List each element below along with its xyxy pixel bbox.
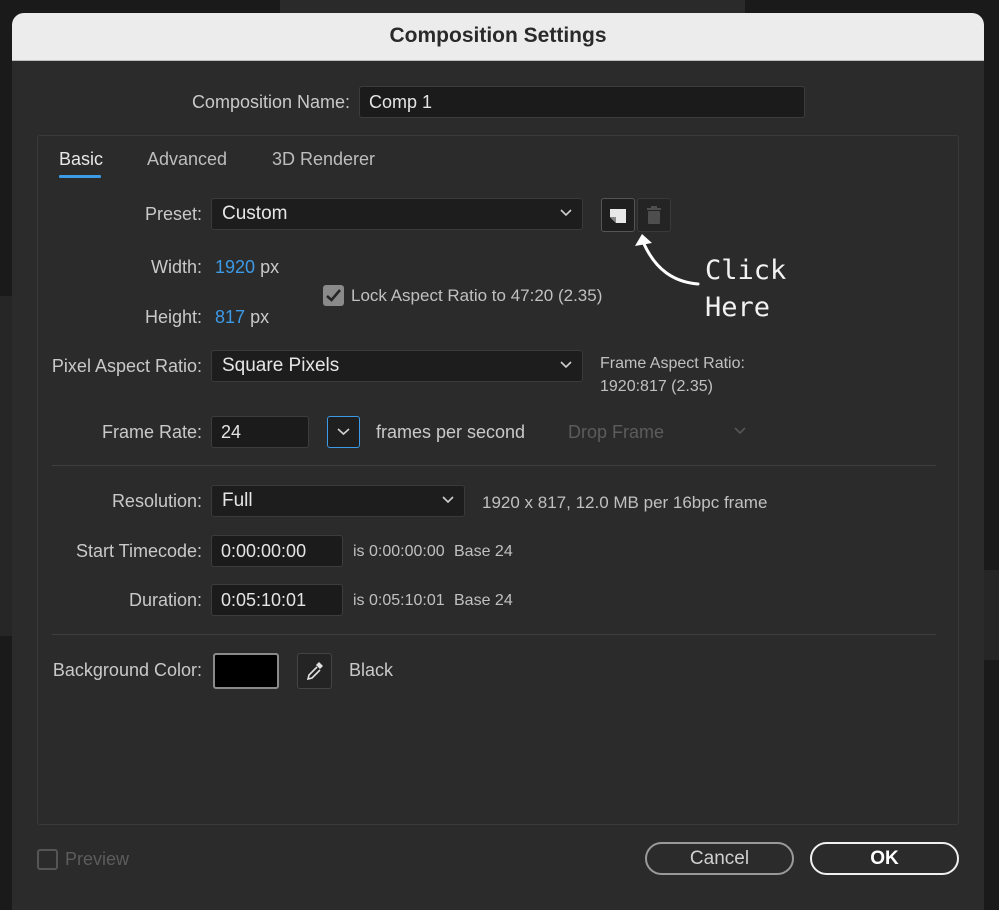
- duration-input[interactable]: 0:05:10:01: [211, 584, 343, 616]
- frame-rate-input[interactable]: 24: [211, 416, 309, 448]
- delete-preset-button[interactable]: [637, 198, 671, 232]
- eyedropper-icon: [306, 662, 323, 681]
- composition-name-input[interactable]: Comp 1: [359, 86, 805, 118]
- tab-basic[interactable]: Basic: [59, 149, 103, 170]
- section-divider: [52, 465, 936, 466]
- start-timecode-is: is 0:00:00:00: [353, 543, 445, 560]
- chevron-down-icon: [442, 496, 454, 504]
- preview-checkbox: [37, 849, 58, 870]
- chevron-down-icon: [734, 427, 746, 435]
- background-color-label: Background Color:: [52, 660, 202, 680]
- duration-label: Duration:: [128, 590, 202, 610]
- section-divider: [52, 634, 936, 635]
- resolution-label: Resolution:: [111, 491, 202, 511]
- chevron-down-icon: [560, 209, 572, 217]
- tab-3d-renderer[interactable]: 3D Renderer: [272, 149, 375, 170]
- save-preset-icon: [610, 209, 626, 223]
- dialog-title: Composition Settings: [12, 13, 984, 61]
- tab-advanced[interactable]: Advanced: [147, 149, 227, 170]
- start-timecode-base: Base 24: [454, 543, 513, 560]
- resolution-info: 1920 x 817, 12.0 MB per 16bpc frame: [482, 493, 768, 512]
- composition-settings-dialog: Composition Settings Composition Name: C…: [12, 13, 984, 910]
- frame-aspect-label: Frame Aspect Ratio:: [600, 355, 745, 372]
- trash-icon: [647, 206, 661, 224]
- background-color-swatch[interactable]: [213, 653, 279, 689]
- preset-label: Preset:: [144, 204, 202, 224]
- drop-frame-label: Drop Frame: [568, 422, 665, 442]
- lock-aspect-checkbox[interactable]: [323, 285, 344, 306]
- background-color-name: Black: [349, 660, 394, 680]
- pixel-aspect-value: Square Pixels: [222, 355, 340, 376]
- frame-aspect-value: 1920:817 (2.35): [600, 378, 713, 395]
- pixel-aspect-label: Pixel Aspect Ratio:: [51, 356, 202, 376]
- width-value[interactable]: 1920: [215, 257, 255, 277]
- pixel-aspect-dropdown[interactable]: Square Pixels: [211, 350, 583, 382]
- width-unit: px: [260, 257, 280, 277]
- frame-rate-dropdown-button[interactable]: [327, 416, 360, 448]
- chevron-down-icon: [337, 428, 350, 436]
- height-unit: px: [250, 307, 270, 327]
- preset-dropdown[interactable]: Custom: [211, 198, 583, 230]
- background-app-panel-right: [984, 570, 999, 660]
- resolution-value: Full: [222, 490, 253, 511]
- duration-is: is 0:05:10:01: [353, 592, 445, 609]
- start-timecode-label: Start Timecode:: [75, 541, 202, 561]
- lock-aspect-label[interactable]: Lock Aspect Ratio to 47:20 (2.35): [351, 286, 602, 306]
- annotation-line-1: Click: [705, 255, 787, 286]
- annotation-line-2: Here: [705, 292, 771, 323]
- start-timecode-input[interactable]: 0:00:00:00: [211, 535, 343, 567]
- composition-name-label: Composition Name:: [191, 92, 350, 112]
- height-value[interactable]: 817: [215, 307, 245, 327]
- duration-base: Base 24: [454, 592, 513, 609]
- preview-label: Preview: [65, 849, 130, 869]
- width-field[interactable]: 1920 px: [215, 257, 279, 278]
- height-label: Height:: [144, 307, 202, 327]
- background-app-panel-top: [280, 0, 745, 13]
- height-field[interactable]: 817 px: [215, 307, 269, 328]
- active-tab-indicator: [59, 175, 101, 178]
- eyedropper-button[interactable]: [297, 653, 332, 689]
- drop-frame-dropdown: Drop Frame: [556, 415, 756, 447]
- width-label: Width:: [150, 257, 202, 277]
- save-preset-button[interactable]: [601, 198, 635, 232]
- checkmark-icon: [326, 289, 341, 302]
- background-app-panel-left: [0, 296, 12, 636]
- settings-panel: [37, 135, 959, 825]
- frames-per-second-label: frames per second: [376, 422, 526, 442]
- preset-value: Custom: [222, 203, 288, 224]
- cancel-button[interactable]: Cancel: [645, 842, 794, 875]
- resolution-dropdown[interactable]: Full: [211, 485, 465, 517]
- chevron-down-icon: [560, 361, 572, 369]
- annotation-text: Click Here: [705, 252, 786, 326]
- ok-button[interactable]: OK: [810, 842, 959, 875]
- annotation-arrow-icon: [635, 234, 700, 286]
- frame-rate-label: Frame Rate:: [101, 422, 202, 442]
